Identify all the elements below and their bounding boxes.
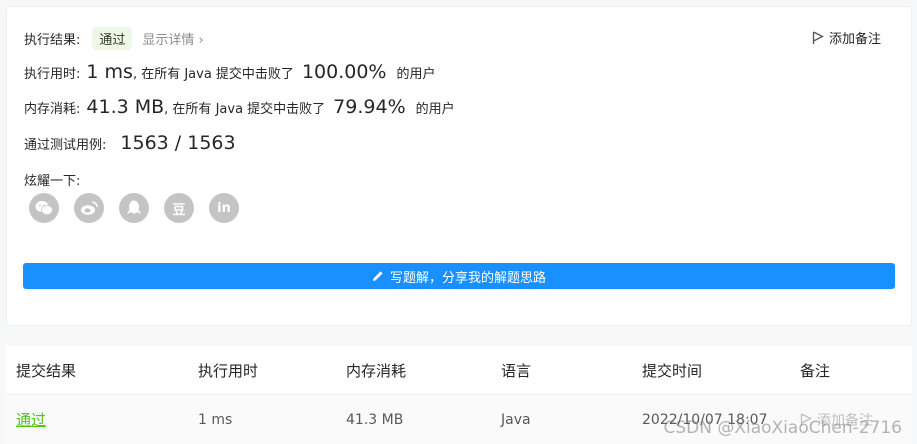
share-buttons: 豆 in (29, 193, 239, 223)
tests-value: 1563 / 1563 (120, 132, 236, 154)
runtime-row: 执行用时: 1 ms , 在所有 Java 提交中击败了 100.00% 的用户 (24, 61, 436, 83)
show-details-link[interactable]: 显示详情 › (142, 29, 203, 48)
memory-row: 内存消耗: 41.3 MB , 在所有 Java 提交中击败了 79.94% 的… (24, 96, 455, 118)
flag-icon (812, 30, 824, 44)
header-memory: 内存消耗 (346, 361, 407, 380)
write-solution-button[interactable]: 写题解，分享我的解题思路 (23, 263, 895, 289)
share-label: 炫耀一下: (24, 174, 81, 189)
weibo-icon (81, 201, 98, 215)
qq-icon (127, 200, 141, 214)
douban-share-button[interactable]: 豆 (164, 193, 194, 223)
result-label: 执行结果: (24, 33, 81, 48)
runtime-suffix: 的用户 (396, 67, 436, 82)
memory-label: 内存消耗: (24, 102, 81, 117)
weibo-share-button[interactable] (74, 193, 104, 223)
header-time: 提交时间 (642, 361, 703, 380)
status-badge: 通过 (92, 27, 133, 50)
runtime-prefix: , 在所有 Java 提交中击败了 (132, 67, 294, 82)
memory-prefix: , 在所有 Java 提交中击败了 (164, 102, 326, 117)
row-language: Java (501, 411, 531, 428)
result-card: 执行结果: 通过 显示详情 › 添加备注 执行用时: 1 ms , 在所有 Ja… (6, 6, 912, 326)
tests-row: 通过测试用例: 1563 / 1563 (24, 132, 236, 154)
wechat-icon (35, 201, 53, 215)
row-runtime: 1 ms (198, 411, 233, 428)
runtime-label: 执行用时: (24, 67, 81, 82)
qq-share-button[interactable] (119, 193, 149, 223)
share-row-label: 炫耀一下: (24, 170, 80, 189)
header-note: 备注 (800, 361, 831, 380)
memory-percent: 79.94% (333, 96, 406, 118)
memory-suffix: 的用户 (415, 102, 455, 117)
runtime-value: 1 ms (86, 61, 133, 83)
write-solution-label: 写题解，分享我的解题思路 (389, 270, 546, 286)
result-row: 执行结果: 通过 显示详情 › (24, 27, 204, 50)
douban-icon: 豆 (172, 202, 186, 218)
linkedin-icon: in (217, 200, 231, 216)
row-result-link[interactable]: 通过 (16, 409, 46, 430)
header-runtime: 执行用时 (198, 361, 259, 380)
header-language: 语言 (501, 361, 532, 380)
wechat-share-button[interactable] (29, 193, 59, 223)
watermark: CSDN @XiaoXiaoChen-2716 (663, 418, 902, 438)
row-memory: 41.3 MB (346, 411, 404, 428)
header-result: 提交结果 (16, 361, 77, 380)
runtime-percent: 100.00% (301, 61, 387, 83)
tests-label: 通过测试用例: (24, 138, 107, 153)
memory-value: 41.3 MB (86, 96, 165, 118)
add-note-button[interactable]: 添加备注 (812, 28, 881, 47)
linkedin-share-button[interactable]: in (209, 193, 239, 223)
table-header: 提交结果 执行用时 内存消耗 语言 提交时间 备注 (6, 346, 912, 395)
pencil-icon (372, 271, 383, 281)
add-note-label: 添加备注 (828, 32, 881, 47)
